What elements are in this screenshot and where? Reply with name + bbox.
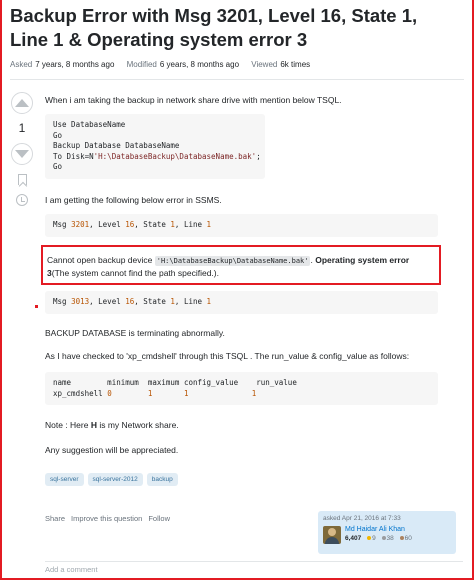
- code-number: 16: [125, 297, 135, 306]
- code-text: , Level: [89, 297, 126, 306]
- downvote-button[interactable]: [11, 143, 33, 165]
- error-text: Cannot open backup device: [47, 255, 155, 265]
- asked-label: Asked: [10, 60, 33, 69]
- code-text: , State: [134, 220, 171, 229]
- error-path-code: 'H:\DatabaseBackup\DatabaseName.bak': [154, 256, 311, 266]
- downvote-arrow-icon: [15, 150, 29, 158]
- code-number: 3201: [71, 220, 90, 229]
- upvote-arrow-icon: [15, 99, 29, 107]
- code-number: 1: [206, 297, 212, 306]
- upvote-button[interactable]: [11, 92, 33, 114]
- viewed-value: 6k times: [280, 60, 311, 69]
- tag-sql-server[interactable]: sql-server: [45, 473, 84, 486]
- bookmark-icon[interactable]: [17, 174, 27, 185]
- code-line: Go: [53, 130, 63, 140]
- modified-value[interactable]: 6 years, 8 months ago: [160, 60, 239, 69]
- note-text: Note : Here H is my Network share.: [45, 419, 179, 431]
- code-text: , State: [134, 297, 171, 306]
- error-text: (The system cannot find the path specifi…: [51, 268, 219, 278]
- improve-question-link[interactable]: Improve this question: [71, 514, 142, 523]
- user-name[interactable]: Md Haidar Ali Khan: [345, 526, 412, 533]
- screenshot-frame: [0, 0, 474, 580]
- question-title[interactable]: Backup Error with Msg 3201, Level 16, St…: [10, 4, 460, 52]
- gold-count: 9: [372, 535, 376, 542]
- viewed-label: Viewed: [251, 60, 278, 69]
- bronze-badge-icon: [399, 536, 404, 540]
- post-actions: Share Improve this question Follow: [45, 514, 170, 523]
- add-comment-link[interactable]: Add a comment: [45, 565, 98, 574]
- modified-label: Modified: [126, 60, 157, 69]
- table-cell: 0: [107, 388, 112, 398]
- terminating-text: BACKUP DATABASE is terminating abnormall…: [45, 328, 225, 338]
- checked-text: As I have checked to 'xp_cmdshell' throu…: [45, 351, 410, 361]
- asked-value: 7 years, 8 months ago: [35, 60, 115, 69]
- bronze-count: 60: [404, 535, 412, 542]
- user-card: asked Apr 21, 2016 at 7:33 Md Haidar Ali…: [318, 511, 456, 554]
- os-error-bold: Operating system error: [315, 255, 410, 265]
- code-number: 16: [125, 220, 135, 229]
- silver-count: 38: [386, 535, 394, 542]
- suggestion-text: Any suggestion will be appreciated.: [45, 445, 179, 455]
- gold-badge-icon: [367, 536, 372, 540]
- user-stats: 6,407 9 38 60: [345, 535, 412, 542]
- table-header: name minimum maximum config_value run_va…: [53, 378, 297, 387]
- question-meta: Asked 7 years, 8 months ago Modified 6 yea…: [10, 60, 320, 69]
- avatar[interactable]: [323, 526, 341, 544]
- code-line: Use DatabaseName: [53, 120, 126, 129]
- code-text: , Line: [174, 297, 207, 306]
- tag-list: sql-server sql-server-2012 backup: [45, 473, 178, 486]
- code-line: Go: [53, 162, 63, 171]
- code-text: Msg: [53, 220, 72, 229]
- code-number: 1: [206, 220, 212, 229]
- highlighted-error-message: Cannot open backup device 'H:\DatabaseBa…: [41, 245, 441, 285]
- history-icon[interactable]: [16, 194, 28, 206]
- code-block-error-3013: Msg 3013, Level 16, State 1, Line 1: [45, 291, 438, 314]
- table-cell: 1: [147, 388, 153, 398]
- question-intro: When i am taking the backup in network s…: [45, 95, 342, 105]
- code-line: To Disk=N: [53, 151, 94, 161]
- reputation: 6,407: [345, 535, 362, 542]
- vote-column: 1: [6, 92, 38, 206]
- code-number: 3013: [71, 297, 90, 306]
- annotation-dot: [35, 305, 38, 308]
- divider: [10, 79, 464, 80]
- asked-timestamp[interactable]: asked Apr 21, 2016 at 7:33: [323, 515, 451, 522]
- share-link[interactable]: Share: [45, 514, 65, 523]
- code-line: Backup Database DatabaseName: [53, 141, 180, 150]
- note-part: Note : Here: [45, 420, 91, 430]
- error-intro: I am getting the following below error i…: [45, 195, 222, 205]
- vote-score: 1: [18, 121, 26, 135]
- tag-backup[interactable]: backup: [146, 473, 178, 486]
- tag-sql-server-2012[interactable]: sql-server-2012: [87, 473, 143, 486]
- divider: [45, 561, 463, 562]
- table-cell: 1: [251, 388, 257, 398]
- table-cell: 1: [183, 388, 189, 398]
- code-block-error-3201: Msg 3201, Level 16, State 1, Line 1: [45, 214, 438, 237]
- code-text: , Level: [89, 220, 126, 229]
- code-line: ;: [256, 151, 261, 161]
- code-block-backup: Use DatabaseName Go Backup Database Data…: [45, 114, 265, 179]
- note-part: is my Network share.: [96, 420, 179, 430]
- code-text: Msg: [53, 297, 72, 306]
- code-text: , Line: [174, 220, 207, 229]
- code-string: 'H:\DatabaseBackup\DatabaseName.bak': [93, 151, 257, 161]
- table-cell: xp_cmdshell: [53, 388, 108, 398]
- follow-link[interactable]: Follow: [148, 514, 170, 523]
- silver-badge-icon: [381, 536, 386, 540]
- code-block-config-table: name minimum maximum config_value run_va…: [45, 372, 438, 405]
